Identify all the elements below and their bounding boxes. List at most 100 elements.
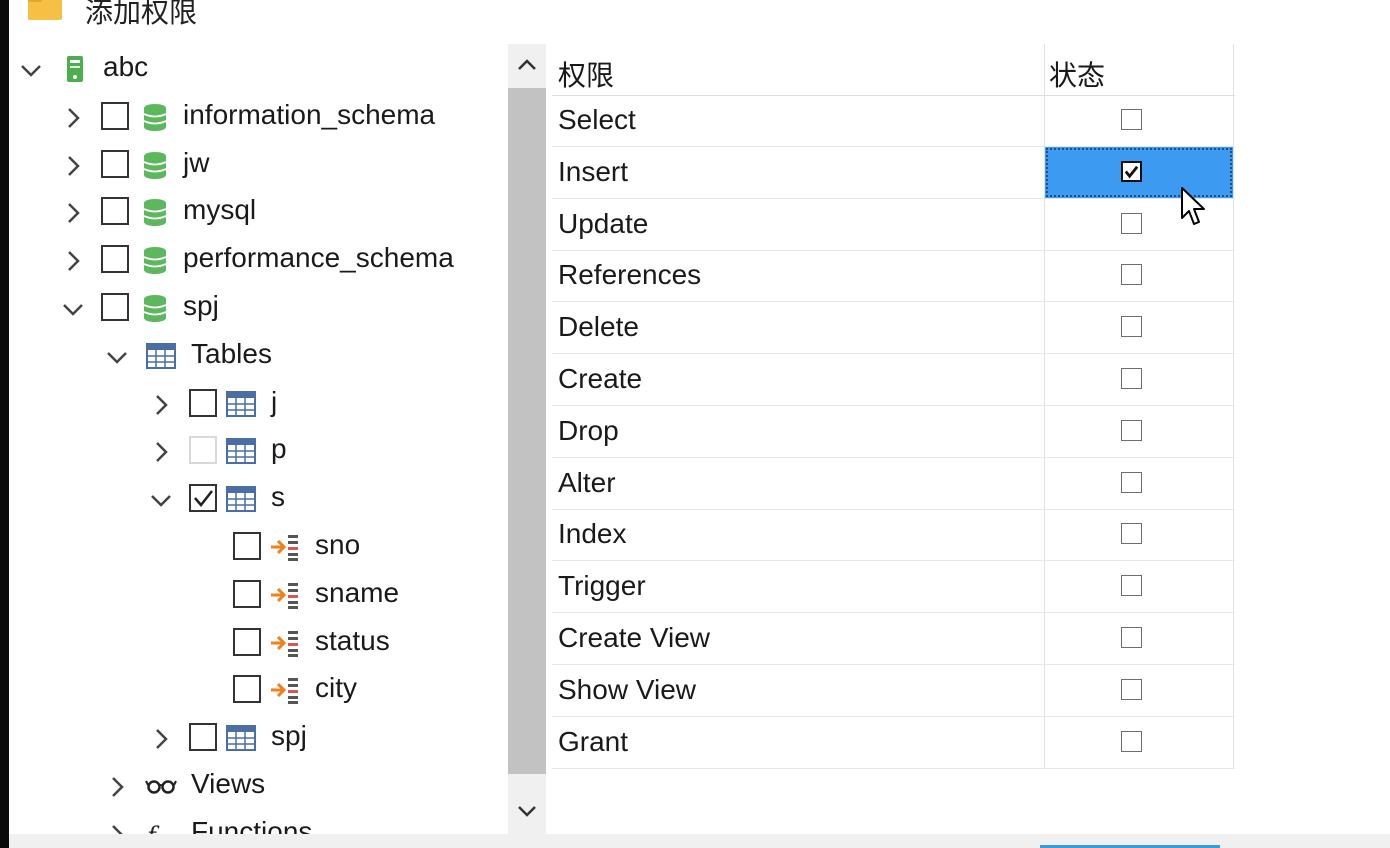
privilege-row[interactable]: Show View (552, 665, 1235, 717)
tree-node-table[interactable]: spj (9, 715, 507, 763)
privilege-row[interactable]: Delete (552, 302, 1235, 355)
privilege-row[interactable]: Drop (552, 406, 1235, 458)
status-cell[interactable] (1045, 95, 1233, 146)
privilege-checkbox[interactable] (1121, 419, 1142, 441)
tree-checkbox[interactable] (101, 149, 129, 178)
chevron-down-icon[interactable] (19, 58, 43, 82)
chevron-down-icon[interactable] (105, 345, 129, 369)
tree-node-views[interactable]: Views (9, 763, 507, 811)
scrollbar-thumb[interactable] (508, 88, 546, 774)
privilege-checkbox[interactable] (1121, 109, 1142, 130)
chevron-right-icon[interactable] (105, 823, 129, 834)
privilege-checkbox[interactable] (1121, 523, 1142, 545)
privilege-name: Delete (558, 311, 639, 343)
object-tree[interactable]: abc information_schemajw mysql performance_… (9, 44, 507, 834)
status-cell[interactable] (1045, 250, 1233, 301)
privilege-checkbox[interactable] (1121, 575, 1142, 597)
tree-checkbox[interactable] (189, 388, 217, 417)
tree-node-column[interactable]: status (9, 620, 507, 668)
privilege-row[interactable]: Index (552, 509, 1235, 562)
privilege-checkbox[interactable] (1121, 160, 1142, 182)
tree-checkbox[interactable] (101, 245, 129, 274)
column-header-status[interactable]: 状态 (1049, 54, 1105, 94)
tree-checkbox[interactable] (189, 723, 217, 752)
tree-node-label: information_schema (183, 98, 436, 130)
chevron-right-icon[interactable] (149, 440, 173, 464)
chevron-right-icon[interactable] (105, 775, 129, 799)
privilege-row[interactable]: Create (552, 354, 1235, 406)
chevron-down-icon[interactable] (149, 488, 173, 512)
privilege-checkbox[interactable] (1121, 627, 1142, 648)
status-cell[interactable] (1045, 406, 1233, 457)
tree-checkbox[interactable] (233, 627, 261, 656)
status-cell[interactable] (1045, 717, 1233, 768)
chevron-right-icon[interactable] (61, 201, 85, 225)
tree-node-database[interactable]: spj (9, 285, 507, 333)
status-cell[interactable] (1045, 458, 1233, 509)
status-cell[interactable] (1045, 665, 1233, 716)
tree-checkbox[interactable] (101, 293, 129, 321)
chevron-right-icon[interactable] (149, 727, 173, 751)
privilege-checkbox[interactable] (1121, 264, 1142, 286)
tree-node-label: city (315, 672, 357, 704)
tree-node-column[interactable]: city (9, 667, 507, 715)
chevron-right-icon[interactable] (61, 106, 85, 130)
scroll-down-arrow-icon[interactable] (516, 800, 538, 822)
status-cell[interactable] (1045, 354, 1233, 405)
privilege-checkbox[interactable] (1121, 730, 1142, 752)
chevron-right-icon[interactable] (61, 154, 85, 178)
column-header-privilege[interactable]: 权限 (558, 54, 614, 94)
tree-node-column[interactable]: sname (9, 572, 507, 620)
privilege-row[interactable]: Trigger (552, 561, 1235, 614)
tree-checkbox[interactable] (101, 101, 129, 130)
tree-node-label: j (271, 385, 278, 417)
tree-node-database[interactable]: jw (9, 142, 507, 190)
tree-node-server[interactable]: abc (9, 46, 507, 94)
tree-node-table[interactable]: p (9, 428, 507, 476)
privilege-row[interactable]: Update (552, 199, 1235, 251)
privilege-checkbox[interactable] (1121, 678, 1142, 700)
chevron-right-icon[interactable] (61, 249, 85, 273)
tree-checkbox[interactable] (233, 675, 261, 704)
privilege-checkbox[interactable] (1121, 316, 1142, 338)
column-icon (271, 535, 298, 561)
privilege-row[interactable]: Create View (552, 613, 1235, 665)
tree-node-functions[interactable]: fx Functions (9, 811, 507, 834)
tree-node-database[interactable]: information_schema (9, 94, 507, 142)
status-cell[interactable] (1045, 509, 1233, 560)
privilege-row[interactable]: Insert (552, 146, 1235, 199)
privilege-row[interactable]: Grant (552, 717, 1235, 769)
status-cell[interactable] (1045, 561, 1233, 612)
privilege-name: Grant (558, 725, 629, 757)
status-cell[interactable] (1045, 302, 1233, 353)
privilege-checkbox[interactable] (1121, 471, 1142, 493)
tree-node-tables[interactable]: Tables (9, 333, 507, 381)
status-cell[interactable] (1045, 613, 1233, 664)
tree-checkbox[interactable] (233, 579, 261, 608)
tree-checkbox[interactable] (189, 436, 217, 465)
privilege-checkbox[interactable] (1121, 368, 1142, 389)
tree-scrollbar[interactable] (508, 44, 546, 834)
tree-node-label: Views (191, 768, 266, 799)
tree-checkbox[interactable] (233, 532, 261, 560)
tree-node-database[interactable]: performance_schema (9, 237, 507, 285)
chevron-right-icon[interactable] (149, 393, 173, 417)
window-title: 添加权限 (85, 0, 198, 28)
tree-node-label: sname (315, 576, 400, 608)
tree-node-table[interactable]: j (9, 381, 507, 429)
tree-node-database[interactable]: mysql (9, 189, 507, 237)
tree-node-column[interactable]: sno (9, 524, 507, 572)
tree-checkbox[interactable] (101, 197, 129, 226)
column-icon (271, 630, 298, 657)
tree-checkbox[interactable] (189, 484, 217, 513)
privilege-checkbox[interactable] (1121, 212, 1142, 234)
privilege-row[interactable]: Alter (552, 458, 1235, 510)
privilege-row[interactable]: Select (552, 95, 1235, 147)
privilege-name: Create (558, 363, 643, 394)
tree-node-label: mysql (183, 194, 257, 226)
scroll-up-arrow-icon[interactable] (516, 54, 538, 76)
chevron-down-icon[interactable] (61, 297, 85, 321)
privilege-row[interactable]: References (552, 250, 1235, 303)
column-icon (271, 678, 298, 705)
tree-node-table[interactable]: s (9, 476, 507, 524)
